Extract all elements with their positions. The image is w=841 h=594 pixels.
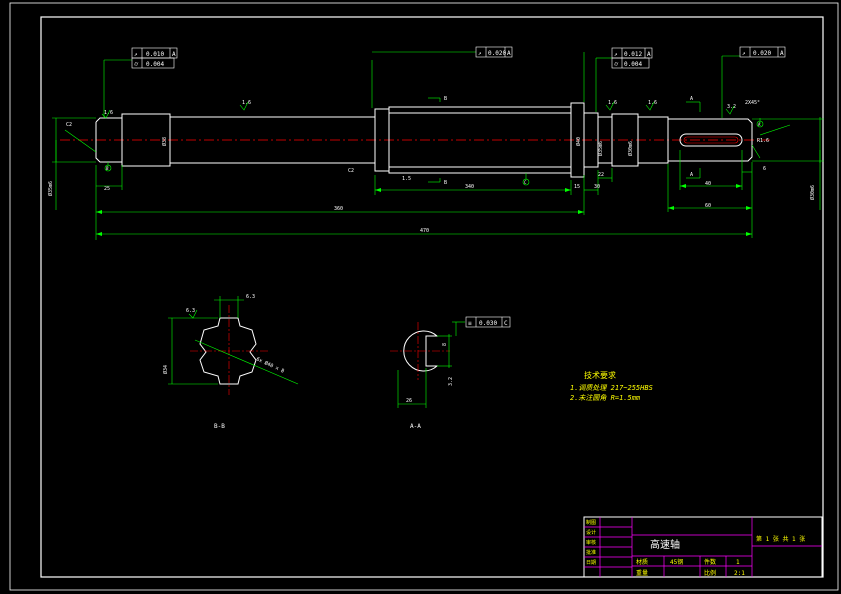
tolerance-frame-1[interactable]: ↗ 0.010 A <box>131 47 178 59</box>
tolerance-value: 0.020 <box>488 50 506 57</box>
aa-dim-depth: 26 <box>406 398 412 404</box>
dim-chamfer-right: 2X45° <box>745 100 760 106</box>
dim-60: 60 <box>705 203 711 209</box>
dim-fillet: R1.6 <box>757 138 769 144</box>
roughness-6: 3.2 <box>727 104 736 110</box>
tb-checker: 审核 <box>586 539 596 546</box>
tech-requirements: 技术要求 1.调质处理 217~255HBS 2.未注圆角 R=1.5mm <box>570 370 653 402</box>
tolerance-value: 0.004 <box>624 61 642 68</box>
tolerance-symbol: ↗ <box>614 51 618 58</box>
tolerance-datum: A <box>507 50 511 57</box>
dim-d-output-right: Ø30m6 <box>809 185 816 200</box>
dim-40: 40 <box>705 181 711 187</box>
dim-total: 470 <box>420 228 429 234</box>
weight-label: 重量 <box>636 569 648 577</box>
quantity-value: 1 <box>736 559 740 566</box>
section-aa-view[interactable]: ≡ 0.030 C 26 8 3.2 A-A <box>390 316 511 430</box>
tolerance-datum: A <box>172 51 176 58</box>
dim-6: 6 <box>763 166 766 172</box>
dim-left-end: 25 <box>104 186 110 192</box>
material-value: 45钢 <box>670 558 683 566</box>
dim-360: 360 <box>334 206 343 212</box>
dim-15: 15 <box>574 184 580 190</box>
dim-340: 340 <box>465 184 474 190</box>
material-label: 材质 <box>636 558 648 566</box>
roughness-symbols <box>101 101 735 119</box>
datum-b: B <box>106 166 109 171</box>
title-block[interactable]: 高速轴 材质 45钢 件数 1 重量 比例 2:1 第 1 张 共 1 张 制图… <box>583 516 823 578</box>
dim-d-output: Ø30m6 <box>627 141 634 156</box>
tolerance-symbol: ↗ <box>134 51 138 58</box>
tolerance-symbol: ⌭ <box>614 61 619 68</box>
sheet-border <box>9 2 839 591</box>
dim-d-bearing-right: Ø35m6 <box>597 141 604 156</box>
section-bb-label: B-B <box>214 423 225 430</box>
tolerance-symbol: ≡ <box>468 320 472 327</box>
bb-roughness-2: 6.3 <box>186 308 195 314</box>
drawing-frame <box>40 16 824 578</box>
aa-dimensions <box>397 321 465 408</box>
dim-22: 22 <box>598 172 604 178</box>
dim-chamfer-left-2: C2 <box>66 122 72 128</box>
tb-date: 日期 <box>586 560 596 566</box>
section-mark-a-top: A <box>690 96 693 102</box>
tolerance-value: 0.012 <box>624 51 642 58</box>
section-bb-view[interactable]: Ø34 6.3 6.3 6x Ø40 x 8 B-B <box>162 294 299 430</box>
tolerance-value: 0.030 <box>479 320 497 327</box>
section-aa-label: A-A <box>410 423 421 430</box>
tolerance-frame-5[interactable]: ⌭ 0.004 <box>611 57 650 69</box>
section-mark-a-bottom: A <box>690 172 693 178</box>
tolerance-frame-7[interactable]: ≡ 0.030 C <box>465 316 511 328</box>
datum-a: A <box>758 122 761 127</box>
bb-dim-depth: Ø34 <box>162 365 169 374</box>
tolerance-symbol: ⌭ <box>134 61 139 68</box>
dim-d-body: Ø38 <box>161 137 168 146</box>
dim-1-5: 1.5 <box>402 176 411 182</box>
tolerance-frame-6[interactable]: ↗ 0.020 A <box>739 46 786 58</box>
aa-dim-width: 8 <box>442 343 448 346</box>
tb-designer: 设计 <box>586 529 596 536</box>
bb-dim-spline: 6x Ø40 x 8 <box>255 355 285 374</box>
bb-roughness: 6.3 <box>246 294 255 300</box>
tolerance-frame-4[interactable]: ↗ 0.012 A <box>611 47 653 59</box>
tolerance-datum: A <box>780 50 784 57</box>
tolerance-value: 0.004 <box>146 61 164 68</box>
tech-req-item-1: 1.调质处理 217~255HBS <box>570 384 653 392</box>
tb-drafter: 制图 <box>586 519 596 526</box>
tb-approver: 批准 <box>586 549 596 556</box>
sheet-info: 第 1 张 共 1 张 <box>756 535 805 543</box>
dim-d-bearing-left: Ø35m6 <box>47 181 54 196</box>
tolerance-datum: A <box>647 51 651 58</box>
section-mark-b-top: B <box>444 96 447 102</box>
scale-value: 2:1 <box>734 570 745 577</box>
tolerance-value: 0.020 <box>753 50 771 57</box>
tolerance-symbol: ↗ <box>742 50 746 57</box>
cad-drawing-canvas[interactable]: ↗ 0.010 A ⌭ 0.004 ↗ 0.020 A ↗ 0.012 A ⌭ … <box>0 0 841 594</box>
dim-d-spline: Ø40 <box>575 137 582 146</box>
section-mark-b-bottom: B <box>444 180 447 186</box>
tolerance-frame-2[interactable]: ⌭ 0.004 <box>131 57 175 69</box>
tech-req-item-2: 2.未注圆角 R=1.5mm <box>570 394 641 402</box>
tolerance-frame-3[interactable]: ↗ 0.020 A <box>475 46 513 58</box>
dim-chamfer-left: C2 <box>348 168 354 174</box>
datum-c: C <box>524 180 527 185</box>
aa-roughness: 3.2 <box>448 377 454 386</box>
scale-label: 比例 <box>704 569 716 577</box>
tolerance-datum: C <box>504 320 508 327</box>
tolerance-value: 0.010 <box>146 51 164 58</box>
quantity-label: 件数 <box>704 558 716 566</box>
tech-req-heading: 技术要求 <box>584 370 616 380</box>
drawing-title: 高速轴 <box>650 538 680 551</box>
tolerance-symbol: ↗ <box>478 50 482 57</box>
dim-30: 30 <box>594 184 600 190</box>
